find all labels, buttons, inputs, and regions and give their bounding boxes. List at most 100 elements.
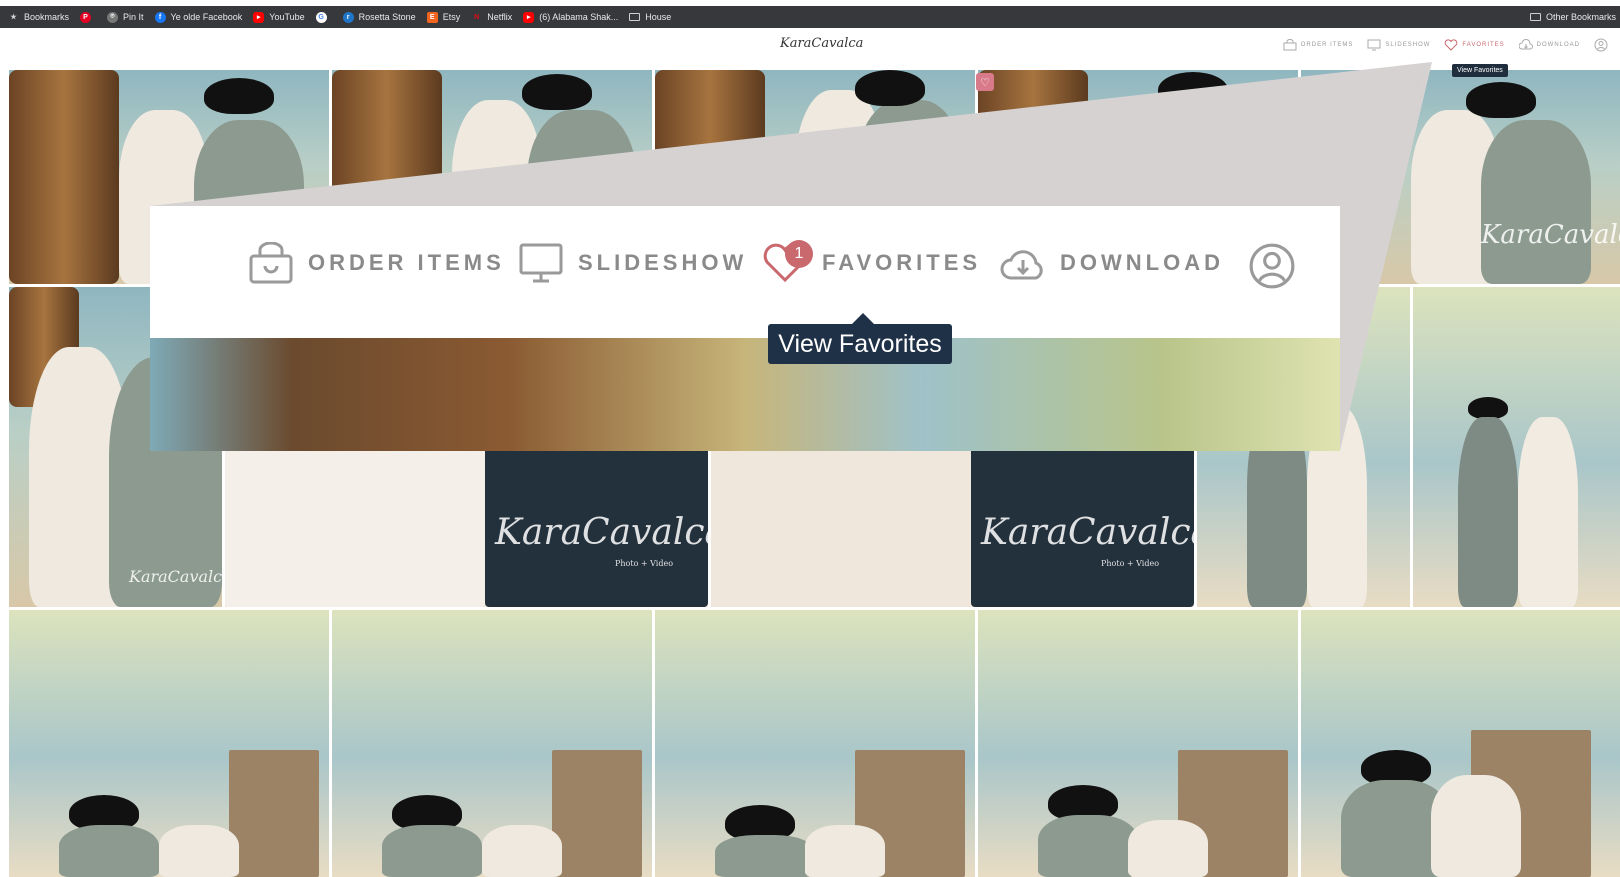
etsy-icon: E [426, 11, 438, 23]
bookmark-label: (6) Alabama Shak... [539, 12, 619, 22]
groom [1481, 120, 1591, 284]
bookmark-label: Rosetta Stone [358, 12, 416, 22]
bookmark-google[interactable]: G [315, 6, 332, 28]
favorites-tooltip-small: View Favorites [1452, 64, 1508, 77]
gallery-photo[interactable] [655, 610, 975, 877]
gallery-photo[interactable]: KaraCavalca [1301, 70, 1620, 284]
bookmark-label: Bookmarks [24, 12, 70, 22]
heart-icon [1445, 39, 1458, 51]
nav-account[interactable] [1594, 38, 1608, 52]
gallery-photo[interactable] [1301, 610, 1620, 877]
nav-download[interactable]: DOWNLOAD [1518, 39, 1580, 51]
favorites-tooltip-large: View Favorites [768, 313, 952, 364]
favorited-heart-icon[interactable]: ♡ [976, 73, 994, 91]
other-bookmarks[interactable]: Other Bookmarks [1529, 6, 1616, 28]
bookmarks-strip: ★ Bookmarks P ⌾ Pin It f Ye olde Facebook ▸… [0, 6, 1620, 28]
cowboy-hat [522, 74, 592, 110]
nav-order-items[interactable]: ORDER ITEMS [1283, 39, 1354, 51]
zoom-label: SLIDESHOW [578, 250, 748, 275]
bride [159, 825, 239, 877]
bride [1518, 417, 1578, 607]
bookmark-rosetta-stone[interactable]: r Rosetta Stone [342, 6, 416, 28]
bookmark-house[interactable]: House [629, 6, 671, 28]
shopping-bag-icon [1283, 39, 1297, 51]
tree-trunk [9, 70, 119, 284]
pin-icon: ⌾ [107, 11, 119, 23]
pinterest-icon: P [80, 11, 92, 23]
zoom-download[interactable]: DOWNLOAD [1000, 242, 1224, 284]
groom [715, 835, 815, 877]
groom [382, 825, 482, 877]
gallery-photo[interactable] [9, 610, 329, 877]
folder-icon [629, 13, 641, 21]
cabin [229, 750, 319, 877]
netflix-icon: N [474, 13, 480, 21]
zoom-account[interactable] [1248, 242, 1296, 290]
facebook-icon: f [154, 11, 166, 23]
groom [59, 825, 159, 877]
header-nav: ORDER ITEMS SLIDESHOW FAVORITES DOWNLOAD [1283, 38, 1608, 52]
site-logo[interactable]: KaraCavalca [780, 36, 863, 51]
bride [805, 825, 885, 877]
star-icon: ★ [10, 14, 17, 21]
bookmark-etsy[interactable]: E Etsy [426, 6, 461, 28]
bookmark-label: Pin It [123, 12, 144, 22]
bride [1128, 820, 1208, 877]
bookmark-bookmarks[interactable]: ★ Bookmarks [8, 6, 69, 28]
cabin [552, 750, 642, 877]
cowboy-hat [855, 70, 925, 106]
groom [1458, 417, 1518, 607]
cowboy-hat [1466, 82, 1536, 118]
watermark-subtitle: Photo + Video [615, 559, 674, 568]
zoom-panel: ORDER ITEMS SLIDESHOW FAVORITES 1 DOWNLO… [150, 206, 1340, 451]
photo-gallery: KaraCavalca KaraCavalca KaraCavalca Phot… [9, 70, 1620, 877]
bookmark-netflix[interactable]: N Netflix [471, 6, 512, 28]
bookmarks-bar: ★ Bookmarks P ⌾ Pin It f Ye olde Facebook ▸… [0, 0, 1620, 30]
monitor-icon [519, 243, 563, 283]
cloud-download-icon [1518, 39, 1533, 50]
cowboy-hat [1468, 397, 1508, 419]
bookmark-label: Netflix [487, 12, 513, 22]
bookmark-label: Ye olde Facebook [170, 12, 243, 22]
rosetta-stone-icon: r [342, 11, 354, 23]
watermark: KaraCavalca [495, 512, 708, 553]
bookmark-label: YouTube [269, 12, 305, 22]
cowboy-hat [204, 78, 274, 114]
user-icon [1249, 243, 1295, 289]
nav-label: FAVORITES [1462, 42, 1505, 48]
user-icon [1594, 38, 1608, 52]
zoom-slideshow[interactable]: SLIDESHOW [518, 242, 747, 284]
watermark-subtitle: Photo + Video [1101, 559, 1160, 568]
nav-label: SLIDESHOW [1385, 42, 1431, 48]
site-header: KaraCavalca ORDER ITEMS SLIDESHOW FAVORI… [0, 30, 1620, 70]
bookmark-youtube[interactable]: ▸ YouTube [253, 6, 305, 28]
shopping-bag-icon [249, 242, 293, 284]
bookmark-label: Etsy [442, 12, 461, 22]
zoom-nav: ORDER ITEMS SLIDESHOW FAVORITES 1 DOWNLO… [150, 206, 1340, 336]
watermark: KaraCavalca [1481, 220, 1620, 250]
youtube-icon: ▸ [253, 11, 265, 23]
groom [1038, 815, 1138, 877]
gallery-photo[interactable] [978, 610, 1298, 877]
bride [482, 825, 562, 877]
gallery-photo[interactable] [332, 610, 652, 877]
zoom-label: FAVORITES [822, 250, 982, 275]
zoom-order-items[interactable]: ORDER ITEMS [248, 242, 505, 284]
monitor-icon [1367, 39, 1381, 51]
gallery-photo[interactable] [1413, 287, 1620, 607]
nav-slideshow[interactable]: SLIDESHOW [1367, 39, 1430, 51]
google-icon: G [315, 11, 327, 23]
watermark: KaraCavalca [129, 567, 222, 586]
bookmark-label: House [645, 12, 672, 22]
bookmark-pinterest[interactable]: P [80, 6, 96, 28]
watermark: KaraCavalca [981, 512, 1194, 553]
nav-label: ORDER ITEMS [1300, 42, 1354, 48]
other-bookmarks-label: Other Bookmarks [1545, 12, 1616, 22]
bookmark-pin-it[interactable]: ⌾ Pin It [107, 6, 144, 28]
nav-label: DOWNLOAD [1536, 42, 1580, 48]
favorites-count-badge: 1 [785, 240, 813, 268]
bookmark-alabama-shakes[interactable]: ▸ (6) Alabama Shak... [523, 6, 618, 28]
zoom-label: ORDER ITEMS [308, 250, 505, 275]
nav-favorites[interactable]: FAVORITES [1444, 39, 1504, 51]
bookmark-facebook[interactable]: f Ye olde Facebook [154, 6, 243, 28]
